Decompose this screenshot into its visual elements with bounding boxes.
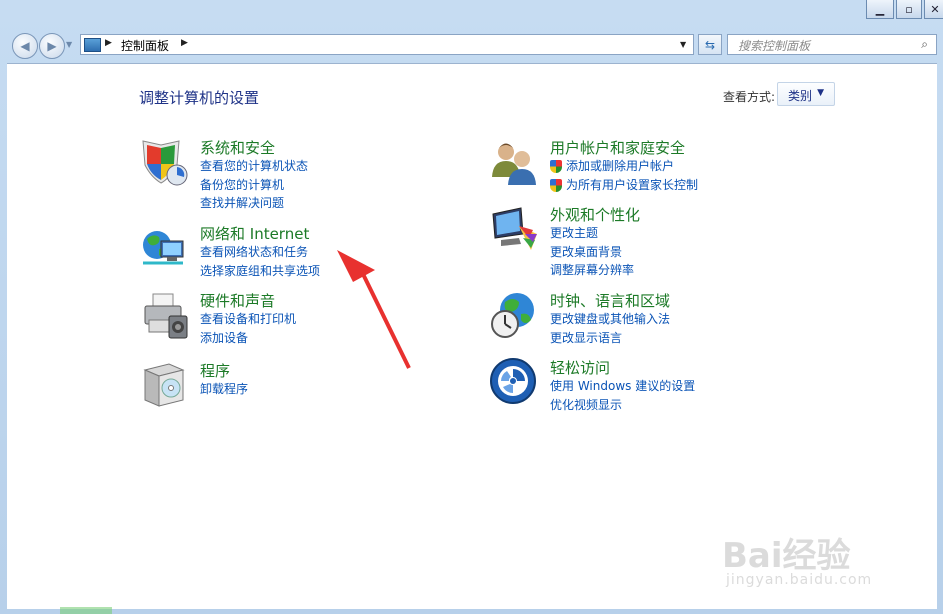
- category-title[interactable]: 网络和 Internet: [200, 223, 309, 244]
- close-button[interactable]: ✕: [924, 0, 943, 19]
- view-by-label: 查看方式:: [723, 90, 776, 104]
- programs-box-icon[interactable]: [139, 360, 189, 410]
- search-placeholder: 搜索控制面板: [738, 39, 811, 53]
- control-panel-window: ▁ ▫ ✕ ◀ ▶ ▼ ▶ 控制面板 ▶ ▼ ⇆ 搜索控制面板 ⌕ 调整计算机的…: [0, 0, 943, 614]
- link-add-remove-accounts[interactable]: 添加或删除用户帐户: [550, 157, 698, 176]
- category-title[interactable]: 时钟、语言和区域: [550, 290, 670, 311]
- address-dropdown-icon[interactable]: ▼: [680, 40, 686, 49]
- category-title[interactable]: 轻松访问: [550, 357, 610, 378]
- link-change-input-method[interactable]: 更改键盘或其他输入法: [550, 310, 670, 329]
- breadcrumb-control-panel[interactable]: 控制面板: [121, 37, 169, 54]
- page-title: 调整计算机的设置: [139, 89, 260, 107]
- link-optimize-video[interactable]: 优化视频显示: [550, 396, 695, 415]
- view-by-value: 类别: [788, 89, 813, 103]
- control-panel-icon: [84, 38, 101, 52]
- taskbar-hint: [60, 607, 112, 614]
- forward-arrow-icon: ▶: [47, 39, 57, 53]
- link-uninstall-program[interactable]: 卸载程序: [200, 380, 248, 399]
- maximize-button[interactable]: ▫: [896, 0, 922, 19]
- back-arrow-icon: ◀: [20, 39, 30, 53]
- window-controls: ▁ ▫ ✕: [866, 0, 943, 20]
- link-parental-controls[interactable]: 为所有用户设置家长控制: [550, 176, 698, 195]
- search-input[interactable]: 搜索控制面板 ⌕: [727, 34, 937, 55]
- link-add-device[interactable]: 添加设备: [200, 329, 296, 348]
- accessibility-icon[interactable]: [489, 357, 539, 407]
- monitor-palette-icon[interactable]: [489, 204, 539, 254]
- title-bar: ▁ ▫ ✕: [0, 0, 943, 30]
- watermark-url: jingyan.baidu.com: [726, 572, 873, 588]
- link-screen-resolution[interactable]: 调整屏幕分辨率: [550, 261, 634, 280]
- forward-button[interactable]: ▶: [39, 33, 65, 59]
- link-recommended-settings[interactable]: 使用 Windows 建议的设置: [550, 377, 695, 396]
- back-button[interactable]: ◀: [12, 33, 38, 59]
- address-bar[interactable]: ▶ 控制面板 ▶ ▼: [80, 34, 694, 55]
- link-view-computer-status[interactable]: 查看您的计算机状态: [200, 157, 308, 176]
- category-title[interactable]: 程序: [200, 360, 230, 381]
- link-change-display-language[interactable]: 更改显示语言: [550, 329, 670, 348]
- printer-icon[interactable]: [139, 290, 189, 340]
- link-homegroup-sharing[interactable]: 选择家庭组和共享选项: [200, 262, 320, 281]
- annotation-arrow: [337, 250, 411, 369]
- breadcrumb-chevron-icon[interactable]: ▶: [105, 38, 112, 48]
- link-backup-computer[interactable]: 备份您的计算机: [200, 176, 308, 195]
- category-title[interactable]: 外观和个性化: [550, 204, 640, 225]
- network-globe-icon[interactable]: [139, 223, 189, 273]
- category-title[interactable]: 硬件和声音: [200, 290, 275, 311]
- category-title[interactable]: 系统和安全: [200, 137, 275, 158]
- chevron-down-icon: ▼: [817, 88, 824, 98]
- users-icon[interactable]: [489, 137, 539, 187]
- refresh-icon: ⇆: [704, 37, 716, 52]
- link-find-fix-problems[interactable]: 查找并解决问题: [200, 194, 308, 213]
- watermark-text: Bai经验: [722, 536, 851, 576]
- search-icon: ⌕: [921, 37, 928, 51]
- breadcrumb-chevron-icon[interactable]: ▶: [181, 38, 188, 48]
- shield-icon[interactable]: [139, 137, 189, 187]
- globe-clock-icon[interactable]: [489, 290, 539, 340]
- link-change-background[interactable]: 更改桌面背景: [550, 243, 634, 262]
- link-devices-printers[interactable]: 查看设备和打印机: [200, 310, 296, 329]
- refresh-button[interactable]: ⇆: [698, 34, 722, 55]
- baidu-watermark: Bai经验 jingyan.baidu.com: [718, 512, 908, 602]
- link-change-theme[interactable]: 更改主题: [550, 224, 634, 243]
- link-view-network-status[interactable]: 查看网络状态和任务: [200, 243, 320, 262]
- minimize-button[interactable]: ▁: [866, 0, 894, 19]
- recent-pages-dropdown[interactable]: ▼: [66, 40, 72, 49]
- view-by-dropdown[interactable]: 类别 ▼: [777, 82, 835, 106]
- category-title[interactable]: 用户帐户和家庭安全: [550, 137, 685, 158]
